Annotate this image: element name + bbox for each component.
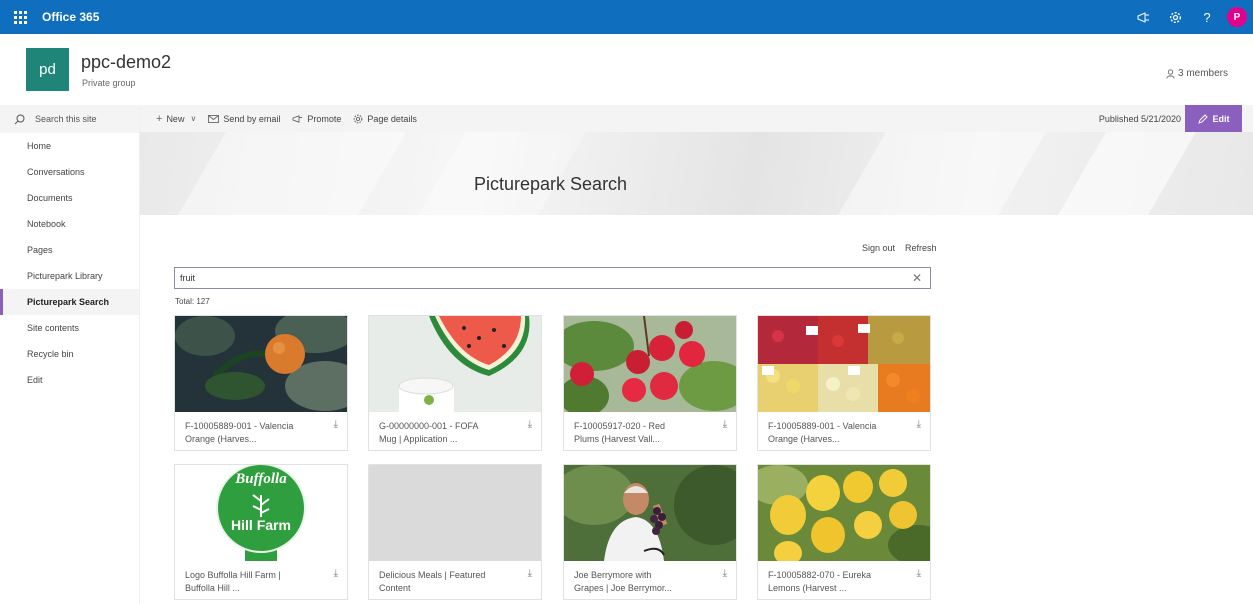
result-thumbnail[interactable] — [369, 465, 541, 561]
nav-item-pages[interactable]: Pages — [0, 237, 139, 263]
members-count: 3 members — [1177, 68, 1228, 79]
refresh-link[interactable]: Refresh — [905, 243, 937, 253]
logo-text-bottom: Hill Farm — [231, 517, 291, 533]
plus-icon: + — [156, 112, 163, 125]
site-privacy: Private group — [82, 78, 136, 88]
download-icon[interactable]: ⤓ — [723, 568, 727, 579]
nav-item-home[interactable]: Home — [0, 133, 139, 159]
help-icon[interactable]: ? — [1191, 0, 1223, 34]
site-logo[interactable]: pd — [26, 48, 69, 91]
result-card[interactable]: Joe Berrymore with Grapes | Joe Berrymor.… — [563, 464, 737, 600]
result-card[interactable]: Buffolla Hill Farm Logo Buffolla Hill Fa… — [174, 464, 348, 600]
result-thumbnail[interactable] — [564, 465, 736, 561]
edit-button[interactable]: Edit — [1185, 105, 1242, 132]
edit-label: Edit — [1212, 113, 1230, 124]
pencil-icon — [1197, 113, 1208, 124]
account-actions: Sign out Refresh — [862, 243, 937, 253]
app-launcher-button[interactable] — [0, 0, 40, 34]
nav-item-recycle-bin[interactable]: Recycle bin — [0, 341, 139, 367]
command-bar: + New ∨ Send by email Promote Page detai… — [140, 105, 1253, 132]
site-search[interactable]: Search this site — [0, 105, 139, 133]
page-details-button[interactable]: Page details — [353, 114, 417, 124]
megaphone-icon[interactable] — [1127, 0, 1159, 34]
download-icon[interactable]: ⤓ — [334, 568, 338, 579]
result-caption[interactable]: Logo Buffolla Hill Farm | Buffolla Hill .… — [185, 569, 320, 595]
site-title[interactable]: ppc-demo2 — [81, 52, 171, 73]
person-icon — [1166, 68, 1175, 79]
result-caption[interactable]: F-10005882-070 - Eureka Lemons (Harvest .… — [768, 569, 903, 595]
result-caption[interactable]: Joe Berrymore with Grapes | Joe Berrymor.… — [574, 569, 709, 595]
promote-button[interactable]: Promote — [292, 114, 341, 124]
result-caption[interactable]: F-10005889-001 - Valencia Orange (Harves.… — [768, 420, 903, 446]
result-caption[interactable]: F-10005889-001 - Valencia Orange (Harves.… — [185, 420, 320, 446]
new-label: New — [166, 113, 185, 124]
waffle-icon — [13, 10, 27, 24]
download-icon[interactable]: ⤓ — [528, 568, 532, 579]
download-icon[interactable]: ⤓ — [334, 419, 338, 430]
page-banner: Picturepark Search — [140, 132, 1253, 215]
published-status: Published 5/21/2020 — [1098, 113, 1181, 124]
result-card[interactable]: F-10005889-001 - Valencia Orange (Harves.… — [757, 315, 931, 451]
app-name[interactable]: Office 365 — [42, 10, 99, 24]
promote-label: Promote — [307, 113, 342, 124]
page-details-label: Page details — [367, 113, 417, 124]
download-icon[interactable]: ⤓ — [528, 419, 532, 430]
picturepark-search-box: ✕ — [174, 267, 931, 289]
site-header: pd ppc-demo2 Private group 3 members — [0, 34, 1253, 104]
sign-out-link[interactable]: Sign out — [862, 243, 895, 253]
nav-item-documents[interactable]: Documents — [0, 185, 139, 211]
page-title: Picturepark Search — [474, 174, 628, 194]
chevron-down-icon: ∨ — [190, 114, 197, 123]
megaphone-icon — [292, 114, 303, 123]
members-button[interactable]: 3 members — [1166, 68, 1228, 79]
result-thumbnail[interactable] — [369, 316, 541, 412]
result-caption[interactable]: Delicious Meals | Featured Content — [379, 569, 514, 595]
result-caption[interactable]: F-10005917-020 - Red Plums (Harvest Vall.… — [574, 420, 709, 446]
logo-text-top: Buffolla — [235, 471, 287, 487]
new-button[interactable]: + New ∨ — [156, 113, 196, 125]
download-icon[interactable]: ⤓ — [723, 419, 727, 430]
result-card[interactable]: F-10005882-070 - Eureka Lemons (Harvest .… — [757, 464, 931, 600]
suite-bar: Office 365 ? P — [0, 0, 1253, 34]
result-thumbnail[interactable]: Buffolla Hill Farm — [175, 465, 347, 561]
nav-item-picturepark-library[interactable]: Picturepark Library — [0, 263, 139, 289]
result-card[interactable]: Delicious Meals | Featured Content ⤓ — [368, 464, 542, 600]
result-thumbnail[interactable] — [758, 465, 930, 561]
result-card[interactable]: F-10005917-020 - Red Plums (Harvest Vall.… — [563, 315, 737, 451]
result-card[interactable]: F-10005889-001 - Valencia Orange (Harves.… — [174, 315, 348, 451]
send-by-email-button[interactable]: Send by email — [208, 114, 280, 124]
left-navigation: Search this site Home Conversations Docu… — [0, 105, 140, 604]
gear-icon[interactable] — [1159, 0, 1191, 34]
search-icon — [14, 114, 25, 124]
result-thumbnail[interactable] — [758, 316, 930, 412]
nav-item-site-contents[interactable]: Site contents — [0, 315, 139, 341]
mail-icon — [208, 114, 220, 123]
nav-item-edit[interactable]: Edit — [0, 367, 139, 393]
avatar[interactable]: P — [1227, 7, 1247, 27]
send-by-email-label: Send by email — [223, 113, 281, 124]
gear-icon — [354, 114, 363, 123]
result-thumbnail[interactable] — [175, 316, 347, 412]
nav-item-conversations[interactable]: Conversations — [0, 159, 139, 185]
nav-item-picturepark-search[interactable]: Picturepark Search — [0, 289, 139, 315]
nav-item-notebook[interactable]: Notebook — [0, 211, 139, 237]
result-caption[interactable]: G-00000000-001 - FOFA Mug | Application .… — [379, 420, 514, 446]
download-icon[interactable]: ⤓ — [917, 419, 921, 430]
result-card[interactable]: G-00000000-001 - FOFA Mug | Application .… — [368, 315, 542, 451]
search-input[interactable] — [180, 273, 880, 283]
site-search-placeholder: Search this site — [35, 114, 97, 124]
result-count: Total: 127 — [175, 297, 210, 306]
close-icon[interactable]: ✕ — [912, 271, 922, 285]
download-icon[interactable]: ⤓ — [917, 568, 921, 579]
result-thumbnail[interactable] — [564, 316, 736, 412]
